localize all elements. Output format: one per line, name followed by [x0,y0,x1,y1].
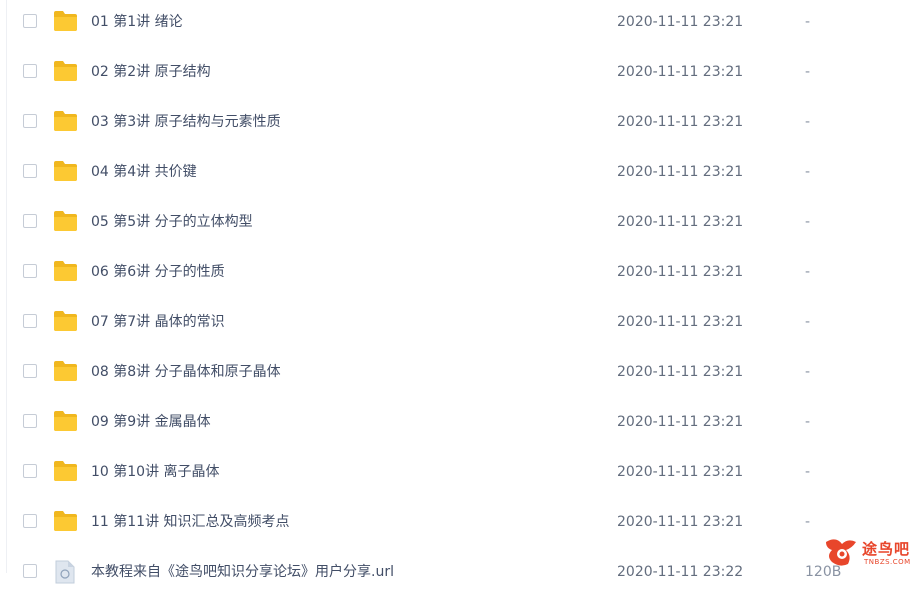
list-item[interactable]: 11 第11讲 知识汇总及高频考点 2020-11-11 23:21 - [0,500,924,550]
folder-icon [54,461,77,481]
list-item[interactable]: 03 第3讲 原子结构与元素性质 2020-11-11 23:21 - [0,100,924,150]
file-name[interactable]: 11 第11讲 知识汇总及高频考点 [91,513,290,531]
list-item[interactable]: 06 第6讲 分子的性质 2020-11-11 23:21 - [0,250,924,300]
file-size: - [805,364,811,380]
row-checkbox[interactable] [23,264,37,278]
file-name[interactable]: 本教程来自《途鸟吧知识分享论坛》用户分享.url [91,563,394,581]
row-checkbox[interactable] [23,464,37,478]
file-size: - [805,414,811,430]
modified-date: 2020-11-11 23:21 [617,314,744,330]
modified-date: 2020-11-11 23:21 [617,164,744,180]
file-size: - [805,264,811,280]
modified-date: 2020-11-11 23:21 [617,264,744,280]
watermark-url: TNBZS.COM [864,558,911,566]
file-size: - [805,514,811,530]
row-checkbox[interactable] [23,114,37,128]
file-size: - [805,64,811,80]
row-checkbox[interactable] [23,564,37,578]
row-checkbox[interactable] [23,214,37,228]
folder-icon [54,361,77,381]
file-name[interactable]: 08 第8讲 分子晶体和原子晶体 [91,363,281,381]
file-list: 01 第1讲 绪论 2020-11-11 23:21 - 02 第2讲 原子结构… [0,0,924,584]
watermark-text: 途鸟吧 [862,540,911,558]
list-item[interactable]: 10 第10讲 离子晶体 2020-11-11 23:21 - [0,450,924,500]
file-name[interactable]: 05 第5讲 分子的立体构型 [91,213,253,231]
modified-date: 2020-11-11 23:21 [617,514,744,530]
file-size: - [805,464,811,480]
list-item[interactable]: 04 第4讲 共价键 2020-11-11 23:21 - [0,150,924,200]
row-checkbox[interactable] [23,364,37,378]
folder-icon [54,261,77,281]
folder-icon [54,161,77,181]
file-name[interactable]: 02 第2讲 原子结构 [91,63,211,81]
row-checkbox[interactable] [23,414,37,428]
row-checkbox[interactable] [23,14,37,28]
modified-date: 2020-11-11 23:21 [617,464,744,480]
modified-date: 2020-11-11 23:21 [617,64,744,80]
list-item[interactable]: 01 第1讲 绪论 2020-11-11 23:21 - [0,0,924,50]
url-file-icon [55,560,75,584]
modified-date: 2020-11-11 23:21 [617,414,744,430]
file-name[interactable]: 01 第1讲 绪论 [91,13,183,31]
list-item[interactable]: 07 第7讲 晶体的常识 2020-11-11 23:21 - [0,300,924,350]
list-item[interactable]: 本教程来自《途鸟吧知识分享论坛》用户分享.url 2020-11-11 23:2… [0,550,924,600]
list-item[interactable]: 08 第8讲 分子晶体和原子晶体 2020-11-11 23:21 - [0,350,924,400]
file-name[interactable]: 04 第4讲 共价键 [91,163,197,181]
bird-logo-icon [826,539,856,566]
row-checkbox[interactable] [23,514,37,528]
folder-icon [54,511,77,531]
file-size: - [805,164,811,180]
file-size: - [805,214,811,230]
row-checkbox[interactable] [23,314,37,328]
folder-icon [54,211,77,231]
modified-date: 2020-11-11 23:21 [617,214,744,230]
list-item[interactable]: 02 第2讲 原子结构 2020-11-11 23:21 - [0,50,924,100]
folder-icon [54,311,77,331]
folder-icon [54,411,77,431]
folder-icon [54,11,77,31]
modified-date: 2020-11-11 23:21 [617,114,744,130]
file-name[interactable]: 07 第7讲 晶体的常识 [91,313,225,331]
row-checkbox[interactable] [23,64,37,78]
folder-icon [54,111,77,131]
row-checkbox[interactable] [23,164,37,178]
file-name[interactable]: 09 第9讲 金属晶体 [91,413,211,431]
modified-date: 2020-11-11 23:21 [617,364,744,380]
file-name[interactable]: 03 第3讲 原子结构与元素性质 [91,113,281,131]
file-name[interactable]: 10 第10讲 离子晶体 [91,463,220,481]
file-size: - [805,14,811,30]
list-item[interactable]: 05 第5讲 分子的立体构型 2020-11-11 23:21 - [0,200,924,250]
file-size: - [805,314,811,330]
modified-date: 2020-11-11 23:21 [617,14,744,30]
file-name[interactable]: 06 第6讲 分子的性质 [91,263,225,281]
list-item[interactable]: 09 第9讲 金属晶体 2020-11-11 23:21 - [0,400,924,450]
modified-date: 2020-11-11 23:22 [617,564,744,580]
file-size: - [805,114,811,130]
folder-icon [54,61,77,81]
watermark-logo: 途鸟吧 TNBZS.COM [820,532,920,572]
